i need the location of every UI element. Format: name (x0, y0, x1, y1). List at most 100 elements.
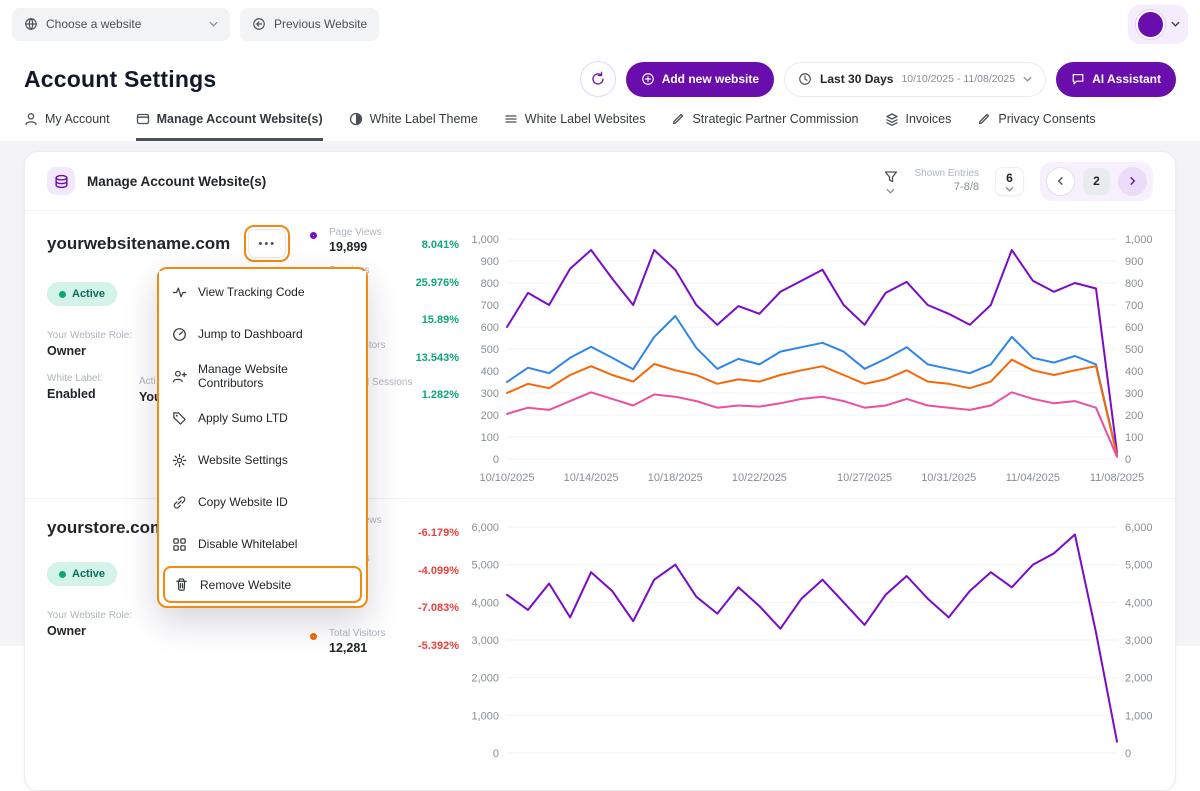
topbar: Choose a website Previous Website (0, 0, 1200, 48)
status-label: Active (72, 568, 105, 580)
shown-entries-label: Shown Entries (915, 167, 979, 180)
menu-item-copy-website-id[interactable]: Copy Website ID (159, 481, 366, 523)
contrast-icon (349, 112, 363, 126)
svg-text:200: 200 (1125, 410, 1143, 422)
menu-item-label: Disable Whitelabel (198, 537, 297, 551)
svg-text:900: 900 (481, 256, 499, 268)
chevron-down-icon (886, 188, 895, 194)
pencil-icon (977, 112, 991, 126)
date-range-value: 10/10/2025 - 11/08/2025 (901, 73, 1015, 85)
svg-text:1,000: 1,000 (471, 234, 499, 246)
chevron-down-icon (209, 21, 218, 27)
lines-icon (504, 112, 518, 126)
tab-strategic-partner-commission[interactable]: Strategic Partner Commission (671, 112, 858, 141)
menu-item-label: Website Settings (198, 453, 288, 467)
svg-text:500: 500 (481, 344, 499, 356)
choose-website-label: Choose a website (46, 17, 141, 31)
svg-text:700: 700 (481, 300, 499, 312)
tab-white-label-theme[interactable]: White Label Theme (349, 112, 478, 141)
stat-change: -7.083% (418, 602, 459, 614)
panel-title: Manage Account Website(s) (87, 174, 266, 189)
date-range-button[interactable]: Last 30 Days 10/10/2025 - 11/08/2025 (784, 62, 1046, 97)
shown-entries: Shown Entries 7-8/8 (915, 167, 979, 194)
tab-invoices[interactable]: Invoices (885, 112, 952, 141)
user-icon (24, 112, 38, 126)
tab-manage-account-websites[interactable]: Manage Account Website(s) (136, 112, 323, 141)
menu-item-jump-to-dashboard[interactable]: Jump to Dashboard (159, 313, 366, 355)
ai-assistant-label: AI Assistant (1092, 72, 1161, 86)
previous-website-button[interactable]: Previous Website (240, 8, 379, 41)
tab-label: Strategic Partner Commission (692, 112, 858, 126)
menu-item-website-settings[interactable]: Website Settings (159, 439, 366, 481)
globe-icon (24, 17, 38, 31)
svg-text:10/18/2025: 10/18/2025 (648, 472, 703, 484)
metric-ring-icon (310, 232, 317, 239)
pagination-current-page[interactable]: 2 (1083, 168, 1110, 195)
svg-text:0: 0 (493, 748, 499, 760)
svg-text:400: 400 (481, 366, 499, 378)
role-label: Your Website Role: (47, 610, 309, 621)
svg-text:6,000: 6,000 (471, 522, 499, 534)
menu-item-view-tracking-code[interactable]: View Tracking Code (159, 271, 366, 313)
svg-text:300: 300 (1125, 388, 1143, 400)
tab-white-label-websites[interactable]: White Label Websites (504, 112, 646, 141)
svg-text:1,000: 1,000 (1125, 710, 1153, 722)
svg-text:600: 600 (1125, 322, 1143, 334)
more-options-button[interactable]: ••• (248, 229, 286, 258)
menu-item-remove-website[interactable]: Remove Website (163, 566, 362, 603)
filter-button[interactable] (883, 169, 899, 194)
pagination-next-button[interactable] (1118, 167, 1147, 196)
svg-text:11/08/2025: 11/08/2025 (1090, 472, 1144, 484)
tab-label: Manage Account Website(s) (157, 112, 323, 126)
tab-my-account[interactable]: My Account (24, 112, 110, 141)
tab-label: Invoices (906, 112, 952, 126)
svg-text:1,000: 1,000 (471, 710, 499, 722)
add-new-website-label: Add new website (662, 72, 759, 86)
tag-icon (172, 411, 187, 426)
plus-circle-icon (641, 72, 655, 86)
svg-text:800: 800 (1125, 278, 1143, 290)
add-new-website-button[interactable]: Add new website (626, 62, 774, 97)
stat-change: 8.041% (422, 239, 459, 251)
stat-change: -6.179% (418, 527, 459, 539)
page-size-select[interactable]: 6 (995, 167, 1024, 196)
tab-privacy-consents[interactable]: Privacy Consents (977, 112, 1095, 141)
panel-header: Manage Account Website(s) Shown Entries … (25, 152, 1175, 210)
menu-item-label: View Tracking Code (198, 285, 305, 299)
website-domain: yourstore.com (47, 518, 165, 538)
svg-text:5,000: 5,000 (1125, 560, 1153, 572)
ai-assistant-button[interactable]: AI Assistant (1056, 62, 1176, 97)
arrow-left-circle-icon (252, 17, 266, 31)
settings-tabs: My Account Manage Account Website(s) Whi… (0, 108, 1200, 141)
menu-item-manage-website-contributors[interactable]: Manage Website Contributors (159, 355, 366, 397)
svg-text:300: 300 (481, 388, 499, 400)
stat-change: 1.282% (422, 389, 459, 401)
svg-text:0: 0 (1125, 748, 1131, 760)
menu-item-disable-whitelabel[interactable]: Disable Whitelabel (159, 523, 366, 565)
menu-item-label: Copy Website ID (198, 495, 288, 509)
refresh-button[interactable] (580, 61, 616, 97)
svg-text:800: 800 (481, 278, 499, 290)
menu-item-label: Remove Website (200, 578, 291, 592)
line-chart: 0010010020020030030040040050050060060070… (461, 225, 1163, 489)
status-badge: Active (47, 282, 117, 306)
svg-text:100: 100 (481, 432, 499, 444)
account-menu[interactable] (1128, 5, 1188, 44)
refresh-icon (590, 71, 606, 87)
page-size-value: 6 (1006, 171, 1013, 185)
stat-change: -4.099% (418, 565, 459, 577)
trash-icon (174, 577, 189, 592)
svg-text:10/31/2025: 10/31/2025 (921, 472, 976, 484)
pagination-prev-button[interactable] (1046, 167, 1075, 196)
stat-item: Total Visitors 12,281 -5.392% (309, 628, 461, 666)
svg-text:400: 400 (1125, 366, 1143, 378)
stat-change: 25.976% (416, 277, 459, 289)
svg-text:0: 0 (493, 454, 499, 466)
previous-website-label: Previous Website (274, 17, 367, 31)
choose-website-select[interactable]: Choose a website (12, 8, 230, 41)
avatar[interactable] (1136, 10, 1165, 39)
menu-item-label: Apply Sumo LTD (198, 411, 288, 425)
status-dot-icon (59, 291, 66, 298)
menu-item-apply-sumo-ltd[interactable]: Apply Sumo LTD (159, 397, 366, 439)
tab-label: Privacy Consents (998, 112, 1095, 126)
